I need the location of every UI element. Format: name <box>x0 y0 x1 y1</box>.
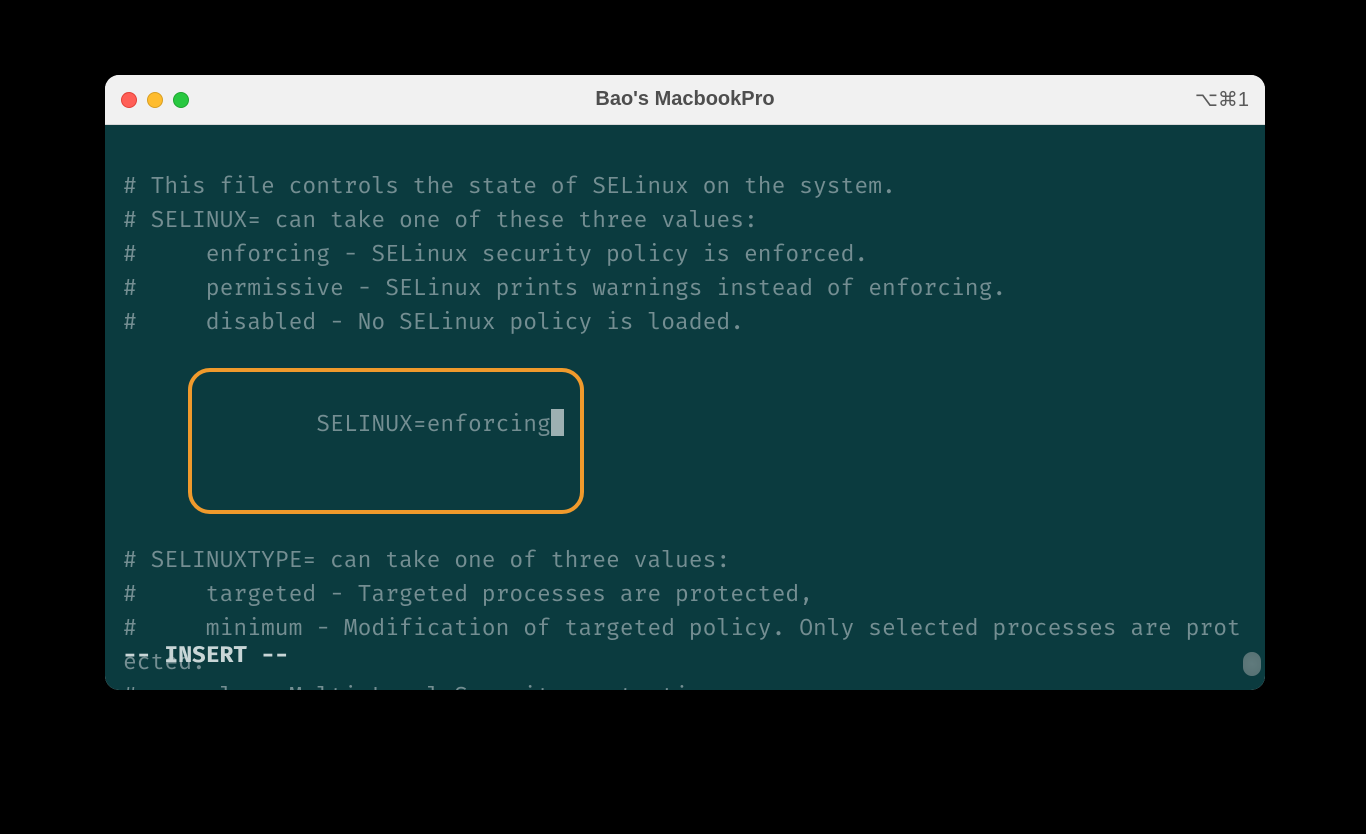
highlight-text: SELINUX=enforcing <box>316 410 551 438</box>
editor-line: # disabled - No SELinux policy is loaded… <box>123 305 1247 339</box>
editor-line: # mls - Multi Level Security protection. <box>123 679 1247 690</box>
terminal-window: Bao's MacbookPro ⌥⌘1 # This file control… <box>105 75 1265 690</box>
traffic-lights <box>121 92 189 108</box>
terminal-body[interactable]: # This file controls the state of SELinu… <box>105 125 1265 690</box>
editor-line: # enforcing - SELinux security policy is… <box>123 237 1247 271</box>
scrollbar-thumb[interactable] <box>1243 652 1261 676</box>
editor-line: # This file controls the state of SELinu… <box>123 169 1247 203</box>
close-icon[interactable] <box>121 92 137 108</box>
editor-line: # permissive - SELinux prints warnings i… <box>123 271 1247 305</box>
cursor-icon <box>551 409 564 436</box>
titlebar[interactable]: Bao's MacbookPro ⌥⌘1 <box>105 75 1265 125</box>
editor-line: # targeted - Targeted processes are prot… <box>123 577 1247 611</box>
window-title: Bao's MacbookPro <box>105 88 1265 111</box>
minimize-icon[interactable] <box>147 92 163 108</box>
highlight-ring <box>188 368 584 514</box>
editor-line: # SELINUX= can take one of these three v… <box>123 203 1247 237</box>
editor-line-highlighted: SELINUX=enforcing <box>123 339 1247 543</box>
window-shortcut: ⌥⌘1 <box>1195 87 1249 112</box>
vim-mode-status: -- INSERT -- <box>123 638 289 672</box>
zoom-icon[interactable] <box>173 92 189 108</box>
editor-line: # SELINUXTYPE= can take one of three val… <box>123 543 1247 577</box>
editor-line: # minimum - Modification of targeted pol… <box>123 611 1247 679</box>
